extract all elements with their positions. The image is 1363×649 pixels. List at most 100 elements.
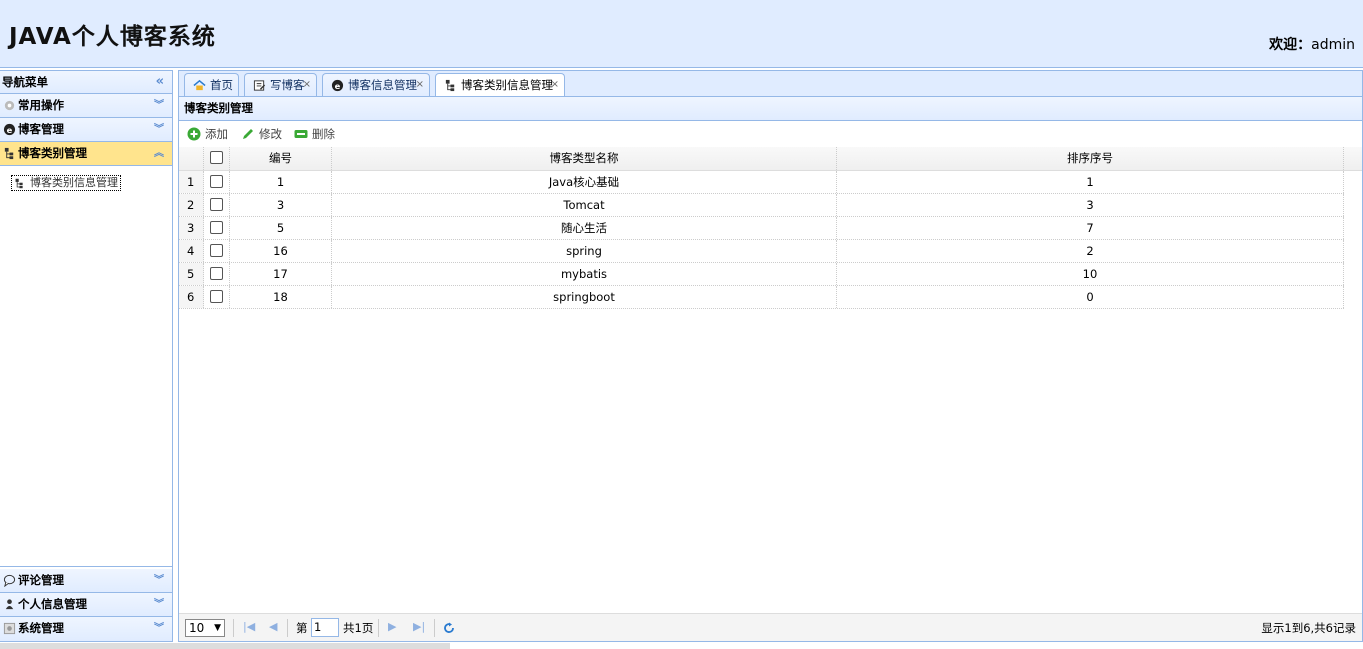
- table-row[interactable]: 6 18 springboot 0: [179, 286, 1344, 309]
- pager-separator: [287, 619, 288, 637]
- cell-id: 1: [230, 171, 332, 193]
- row-number: 5: [179, 263, 204, 285]
- header-checkbox-cell: [204, 147, 230, 170]
- section-common-ops[interactable]: 常用操作 ︾: [0, 94, 172, 118]
- blog-icon: e: [331, 79, 344, 92]
- next-page-icon[interactable]: ▶: [388, 620, 396, 633]
- tab-label: 写博客: [270, 78, 305, 92]
- table-row[interactable]: 5 17 mybatis 10: [179, 263, 1344, 286]
- menu-item-blog-category-info[interactable]: 博客类别信息管理: [11, 175, 121, 191]
- tab-write-blog[interactable]: 写博客 ×: [244, 73, 317, 97]
- pager-separator: [233, 619, 234, 637]
- section-comment-management[interactable]: 评论管理 ︾: [0, 569, 172, 593]
- tab-bar: 首页 写博客 × e 博客信息管理 × 博客类别信息管理 ×: [178, 70, 1363, 98]
- cell-id: 17: [230, 263, 332, 285]
- last-page-icon[interactable]: ▶|: [413, 620, 425, 633]
- add-icon: [187, 127, 201, 141]
- edit-button[interactable]: 修改: [241, 126, 282, 142]
- row-checkbox-cell: [204, 263, 230, 285]
- write-icon: [253, 80, 266, 91]
- page-total: 共1页: [343, 621, 374, 635]
- remove-icon: [294, 130, 308, 138]
- row-number: 2: [179, 194, 204, 216]
- header-id[interactable]: 编号: [230, 147, 332, 170]
- close-icon[interactable]: ×: [303, 74, 311, 96]
- header-sort-order[interactable]: 排序序号: [837, 147, 1344, 170]
- cell-order: 2: [837, 240, 1344, 262]
- prev-page-icon[interactable]: ◀: [269, 620, 277, 633]
- cell-name: springboot: [332, 286, 837, 308]
- tree-icon: [4, 147, 14, 160]
- expand-icon[interactable]: ︾: [154, 617, 164, 640]
- row-checkbox[interactable]: [210, 290, 223, 303]
- page-info: 显示1到6,共6记录: [1261, 621, 1356, 635]
- home-icon: [193, 79, 206, 91]
- tab-blog-category-info[interactable]: 博客类别信息管理 ×: [435, 73, 565, 98]
- row-checkbox[interactable]: [210, 198, 223, 211]
- row-checkbox-cell: [204, 217, 230, 239]
- cell-id: 18: [230, 286, 332, 308]
- row-checkbox[interactable]: [210, 175, 223, 188]
- pencil-icon: [243, 129, 253, 139]
- add-button[interactable]: 添加: [187, 126, 228, 142]
- section-system-management[interactable]: 系统管理 ︾: [0, 617, 172, 641]
- section-label: 博客管理: [18, 122, 64, 136]
- select-all-checkbox[interactable]: [210, 151, 223, 164]
- expand-icon[interactable]: ︾: [154, 593, 164, 616]
- cell-name: spring: [332, 240, 837, 262]
- tab-blog-info-management[interactable]: e 博客信息管理 ×: [322, 73, 430, 97]
- cell-order: 1: [837, 171, 1344, 193]
- section-label: 系统管理: [18, 621, 64, 635]
- svg-text:e: e: [335, 81, 341, 91]
- welcome-label: 欢迎：: [1269, 37, 1312, 53]
- row-checkbox[interactable]: [210, 221, 223, 234]
- cell-name: mybatis: [332, 263, 837, 285]
- page-number-input[interactable]: 1: [311, 618, 339, 637]
- tab-home[interactable]: 首页: [184, 73, 239, 97]
- section-personal-info[interactable]: 个人信息管理 ︾: [0, 593, 172, 617]
- collapse-sidebar-icon[interactable]: «: [156, 71, 164, 93]
- table-row[interactable]: 3 5 随心生活 7: [179, 217, 1344, 240]
- header-category-name[interactable]: 博客类型名称: [332, 147, 837, 170]
- horizontal-scrollbar[interactable]: [0, 643, 450, 649]
- app-title: JAVA个人博客系统: [9, 24, 216, 50]
- add-label: 添加: [205, 127, 228, 141]
- section-label: 博客类别管理: [18, 146, 87, 160]
- table-row[interactable]: 1 1 Java核心基础 1: [179, 171, 1344, 194]
- section-blog-category-management[interactable]: 博客类别管理 ︽: [0, 142, 172, 166]
- row-checkbox-cell: [204, 240, 230, 262]
- expand-icon[interactable]: ︾: [154, 569, 164, 592]
- refresh-icon[interactable]: [443, 622, 455, 634]
- blog-icon: e: [3, 123, 16, 136]
- tab-label: 博客信息管理: [348, 78, 417, 92]
- gear-icon: [4, 100, 15, 111]
- table-row[interactable]: 4 16 spring 2: [179, 240, 1344, 263]
- comment-icon: [3, 574, 16, 587]
- tree-icon: [15, 178, 23, 189]
- tab-label: 博客类别信息管理: [461, 78, 553, 92]
- close-icon[interactable]: ×: [551, 74, 559, 96]
- section-blog-management[interactable]: e 博客管理 ︾: [0, 118, 172, 142]
- expand-icon[interactable]: ︾: [154, 94, 164, 117]
- cell-order: 7: [837, 217, 1344, 239]
- row-checkbox[interactable]: [210, 244, 223, 257]
- pager-separator: [434, 619, 435, 637]
- cell-order: 3: [837, 194, 1344, 216]
- row-checkbox[interactable]: [210, 267, 223, 280]
- delete-button[interactable]: 删除: [294, 126, 335, 142]
- close-icon[interactable]: ×: [416, 74, 424, 96]
- username: admin: [1311, 37, 1355, 53]
- first-page-icon[interactable]: |◀: [243, 620, 255, 633]
- table-row[interactable]: 2 3 Tomcat 3: [179, 194, 1344, 217]
- tab-label: 首页: [210, 78, 233, 92]
- edit-label: 修改: [259, 127, 282, 141]
- app-header: JAVA个人博客系统 欢迎：admin: [0, 0, 1363, 68]
- cell-id: 3: [230, 194, 332, 216]
- delete-label: 删除: [312, 127, 335, 141]
- row-checkbox-cell: [204, 194, 230, 216]
- pager-separator: [378, 619, 379, 637]
- cell-order: 10: [837, 263, 1344, 285]
- page-size-select[interactable]: 10 ▼: [185, 619, 225, 637]
- expand-icon[interactable]: ︾: [154, 118, 164, 141]
- collapse-icon[interactable]: ︽: [154, 142, 164, 165]
